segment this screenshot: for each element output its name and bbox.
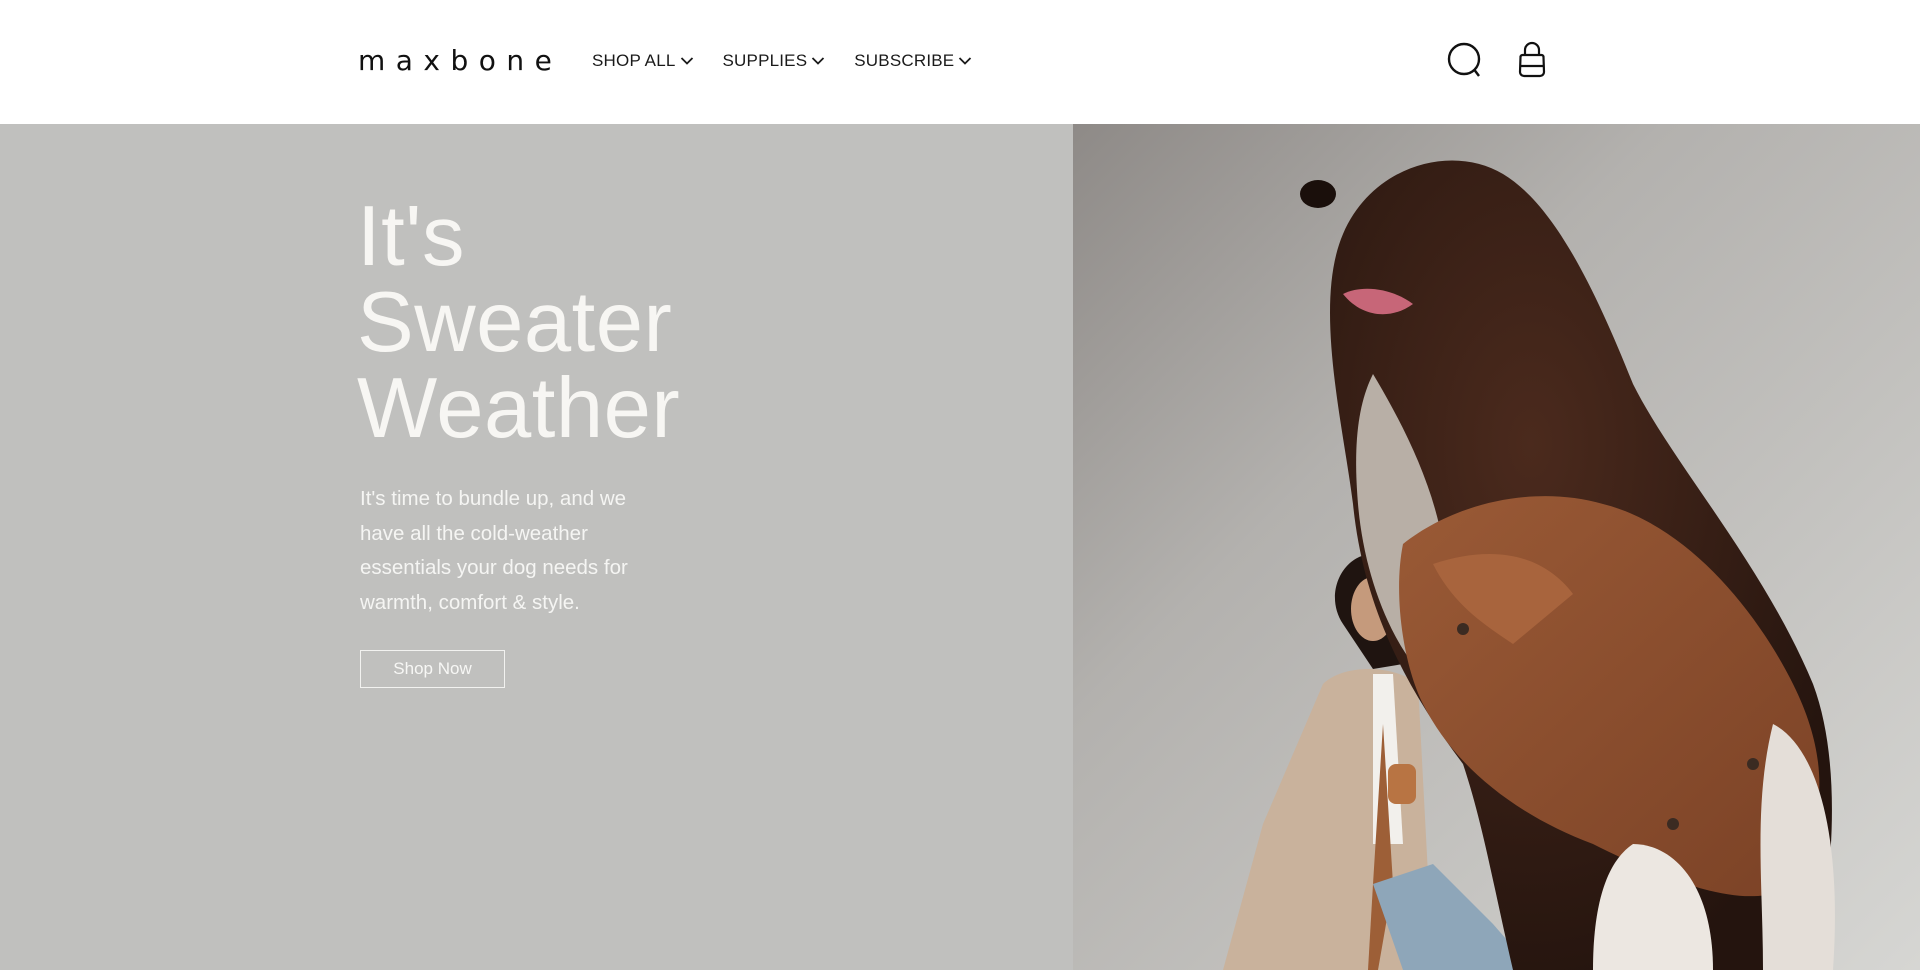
nav-item-subscribe[interactable]: SUBSCRIBE bbox=[854, 50, 972, 72]
chevron-down-icon bbox=[959, 57, 972, 65]
nav-item-supplies[interactable]: SUPPLIES bbox=[723, 50, 826, 72]
main-nav: SHOP ALL SUPPLIES SUBSCRIBE bbox=[592, 50, 1001, 72]
dog-in-jacket-illustration bbox=[1073, 124, 1920, 970]
nav-item-label: SUPPLIES bbox=[722, 51, 808, 70]
cart-button[interactable] bbox=[1512, 40, 1552, 80]
hero-title-line: It's bbox=[357, 189, 465, 284]
hero-banner: It's Sweater Weather It's time to bundle… bbox=[0, 124, 1920, 970]
nav-item-label: SUBSCRIBE bbox=[854, 51, 955, 70]
hero-title-line: Sweater bbox=[357, 275, 673, 370]
hero-title: It's Sweater Weather bbox=[357, 194, 857, 452]
site-header: maxbone SHOP ALL SUPPLIES SUBSCRIBE bbox=[0, 0, 1920, 124]
brand-logo[interactable]: maxbone bbox=[358, 44, 562, 78]
shop-now-button[interactable]: Shop Now bbox=[360, 650, 505, 688]
search-icon bbox=[1447, 42, 1481, 77]
hero-subtitle: It's time to bundle up, and we have all … bbox=[360, 487, 628, 614]
shopping-bag-icon bbox=[1518, 41, 1546, 78]
hero-title-line: Weather bbox=[357, 361, 681, 456]
chevron-down-icon bbox=[812, 57, 825, 65]
search-button[interactable] bbox=[1446, 40, 1486, 80]
nav-item-shop-all[interactable]: SHOP ALL bbox=[592, 50, 694, 72]
nav-item-label: SHOP ALL bbox=[592, 51, 676, 70]
hero-image bbox=[1073, 124, 1920, 970]
chevron-down-icon bbox=[680, 57, 693, 65]
